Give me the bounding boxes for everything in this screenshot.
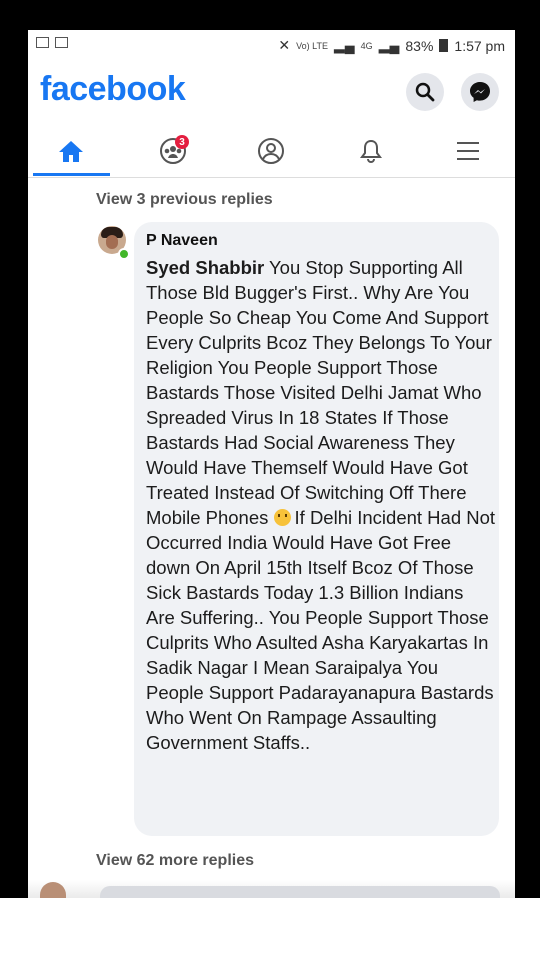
volte-label: Vo) LTE bbox=[296, 40, 328, 51]
battery-icon bbox=[439, 39, 449, 52]
messenger-icon bbox=[470, 82, 490, 102]
status-bar: ✕ Vo) LTE ▂▄ 4G ▂▄ 83% 1:57 pm bbox=[28, 30, 515, 60]
gallery-notification-icon bbox=[36, 37, 49, 48]
network-4g-label: 4G bbox=[360, 40, 373, 51]
avatar-face bbox=[106, 235, 118, 249]
battery-percent: 83% bbox=[405, 37, 434, 54]
comment-text-part1: You Stop Supporting All Those Bld Bugger… bbox=[146, 257, 492, 528]
worried-face-icon bbox=[273, 509, 291, 526]
facebook-logo[interactable]: facebook bbox=[40, 70, 186, 109]
view-more-replies-link[interactable]: View 62 more replies bbox=[96, 852, 254, 870]
profile-icon bbox=[258, 138, 284, 164]
search-icon bbox=[415, 82, 435, 102]
clock: 1:57 pm bbox=[454, 37, 505, 54]
status-left-icons bbox=[36, 37, 68, 48]
phone-frame: ✕ Vo) LTE ▂▄ 4G ▂▄ 83% 1:57 pm facebook bbox=[0, 0, 540, 898]
tab-home[interactable] bbox=[51, 133, 91, 169]
mention-link[interactable]: Syed Shabbir bbox=[146, 257, 264, 278]
next-comment-bubble bbox=[100, 886, 500, 898]
app-header: facebook bbox=[28, 60, 515, 120]
active-tab-indicator bbox=[33, 173, 110, 176]
comment-bubble[interactable]: P Naveen Syed Shabbir You Stop Supportin… bbox=[134, 222, 499, 836]
screen: ✕ Vo) LTE ▂▄ 4G ▂▄ 83% 1:57 pm facebook bbox=[28, 30, 515, 898]
tab-groups[interactable]: 3 bbox=[153, 133, 193, 169]
tab-notifications[interactable] bbox=[351, 133, 391, 169]
menu-icon bbox=[457, 142, 479, 160]
home-icon bbox=[59, 141, 83, 162]
comment-author[interactable]: P Naveen bbox=[146, 232, 218, 250]
tab-profile[interactable] bbox=[251, 133, 291, 169]
tab-bar: 3 bbox=[28, 125, 515, 178]
online-status-dot bbox=[118, 248, 130, 260]
bell-icon bbox=[360, 139, 382, 163]
tab-menu[interactable] bbox=[448, 133, 488, 169]
groups-badge: 3 bbox=[175, 135, 189, 149]
comment-text-part2: If Delhi Incident Had Not Occurred India… bbox=[146, 507, 496, 753]
mute-icon: ✕ bbox=[278, 37, 291, 53]
signal-icon-2: ▂▄ bbox=[378, 37, 400, 53]
signal-icon: ▂▄ bbox=[333, 37, 355, 53]
comment-text: Syed Shabbir You Stop Supporting All Tho… bbox=[146, 255, 496, 755]
messenger-button[interactable] bbox=[461, 73, 499, 111]
view-previous-replies-link[interactable]: View 3 previous replies bbox=[96, 191, 273, 209]
search-button[interactable] bbox=[406, 73, 444, 111]
check-notification-icon bbox=[55, 37, 68, 48]
status-right: ✕ Vo) LTE ▂▄ 4G ▂▄ 83% 1:57 pm bbox=[278, 37, 505, 54]
